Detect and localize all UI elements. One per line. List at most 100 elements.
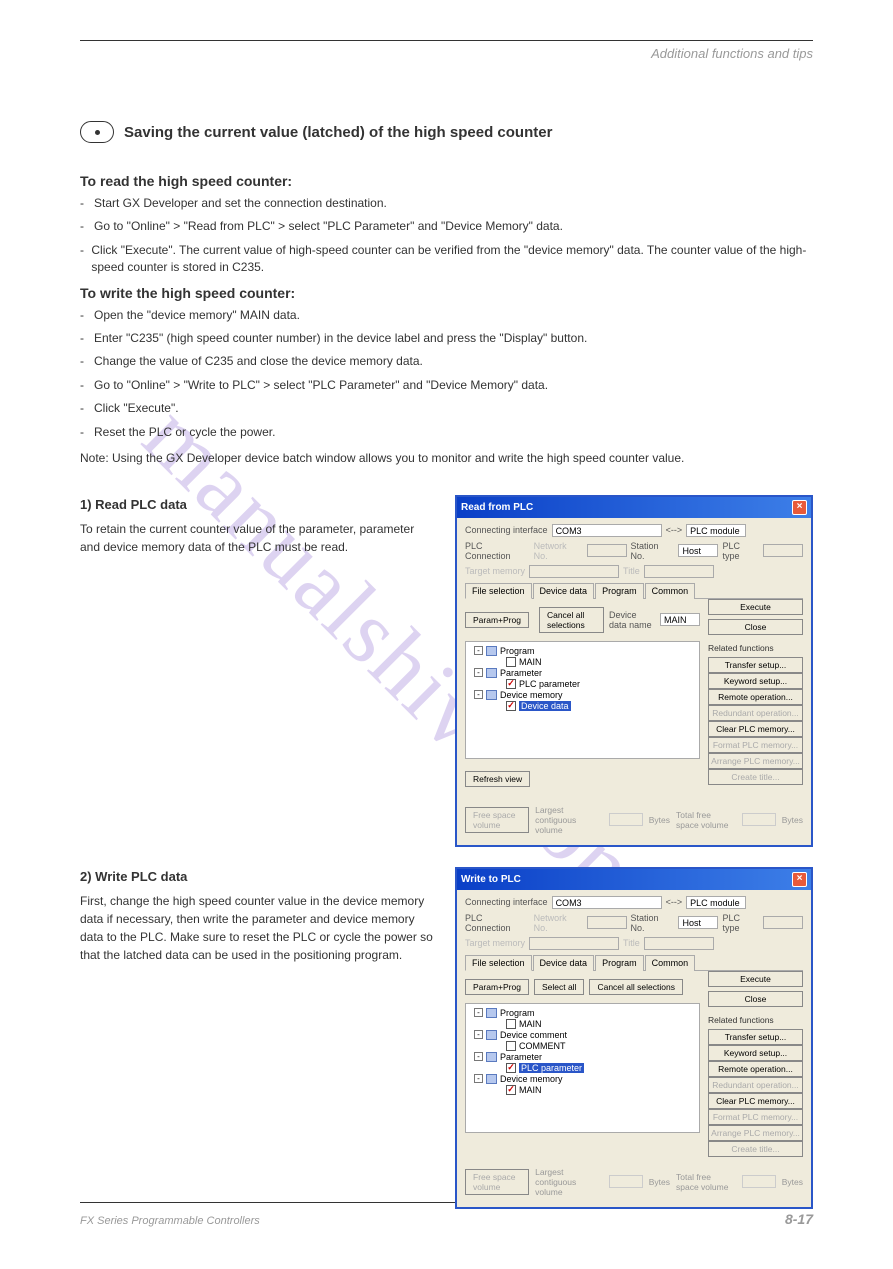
related-fn-button[interactable]: Remote operation... — [708, 689, 803, 705]
execute-button[interactable]: Execute — [708, 599, 803, 615]
expand-icon[interactable]: - — [474, 1074, 483, 1083]
tab-common[interactable]: Common — [645, 583, 696, 599]
block2-body: First, change the high speed counter val… — [80, 892, 435, 964]
tab-file-selection[interactable]: File selection — [465, 583, 532, 599]
tree-leaf[interactable]: Device data — [470, 701, 695, 711]
write-to-plc-dialog: Write to PLC × Connecting interface COM3… — [455, 867, 813, 1209]
checkbox[interactable] — [506, 679, 516, 689]
list-item: -Start GX Developer and set the connecti… — [80, 195, 813, 212]
related-fn-button[interactable]: Remote operation... — [708, 1061, 803, 1077]
read-from-plc-dialog: Read from PLC × Connecting interface COM… — [455, 495, 813, 847]
close-icon[interactable]: × — [792, 500, 807, 515]
list-item: -Go to "Online" > "Write to PLC" > selec… — [80, 377, 813, 394]
expand-icon[interactable]: - — [474, 690, 483, 699]
file-tree[interactable]: -ProgramMAIN-Device commentCOMMENT-Param… — [465, 1003, 700, 1133]
connecting-value[interactable]: COM3 — [552, 524, 662, 537]
freespace-button: Free space volume — [465, 1169, 529, 1195]
paramprog-button[interactable]: Param+Prog — [465, 612, 529, 628]
tree-branch[interactable]: -Parameter — [470, 1052, 695, 1062]
tree-branch[interactable]: - Device comment — [470, 1030, 695, 1040]
tree-label: Program — [500, 646, 535, 656]
execute-button[interactable]: Execute — [708, 971, 803, 987]
expand-icon[interactable]: - — [474, 1052, 483, 1061]
checkbox[interactable] — [506, 1085, 516, 1095]
header-right: Additional functions and tips — [651, 46, 813, 61]
tab-program[interactable]: Program — [595, 583, 644, 599]
checkbox[interactable] — [506, 1063, 516, 1073]
related-fn-button[interactable]: Transfer setup... — [708, 657, 803, 673]
tab-device-data[interactable]: Device data — [533, 583, 595, 599]
connecting-value[interactable]: COM3 — [552, 896, 662, 909]
expand-icon[interactable]: - — [474, 1008, 483, 1017]
block1-title: 1) Read PLC data — [80, 495, 435, 515]
related-fn-button[interactable]: Keyword setup... — [708, 673, 803, 689]
target-label: Target memory — [465, 566, 525, 576]
checkbox[interactable] — [506, 1041, 516, 1051]
dialog-title: Read from PLC — [461, 502, 533, 513]
checkbox[interactable] — [506, 701, 516, 711]
tree-label: Device memory — [500, 690, 563, 700]
tab-device-data[interactable]: Device data — [533, 955, 595, 971]
close-button[interactable]: Close — [708, 619, 803, 635]
tree-branch[interactable]: - Device memory — [470, 690, 695, 700]
list-item: -Open the "device memory" MAIN data. — [80, 307, 813, 324]
titlefld-label: Title — [623, 566, 640, 576]
list-item: -Enter "C235" (high speed counter number… — [80, 330, 813, 347]
tree-leaf[interactable]: COMMENT — [470, 1041, 695, 1051]
plctype-label: PLC type — [722, 541, 759, 561]
tree-label: Device comment — [500, 1030, 567, 1040]
related-fn-button: Create title... — [708, 1141, 803, 1157]
expand-icon[interactable]: - — [474, 646, 483, 655]
related-fn-button[interactable]: Keyword setup... — [708, 1045, 803, 1061]
close-button[interactable]: Close — [708, 991, 803, 1007]
folder-icon — [486, 646, 497, 656]
expand-icon[interactable]: - — [474, 1030, 483, 1039]
tree-branch[interactable]: - Program — [470, 646, 695, 656]
file-tree[interactable]: -ProgramMAIN-ParameterPLC parameter-Devi… — [465, 641, 700, 759]
related-fn-button[interactable]: Clear PLC memory... — [708, 1093, 803, 1109]
tree-branch[interactable]: -Program — [470, 1008, 695, 1018]
paramprog-button[interactable]: Param+Prog — [465, 979, 529, 995]
tree-label: Device memory — [500, 1074, 563, 1084]
related-fn-button: Format PLC memory... — [708, 1109, 803, 1125]
section-head: To read the high speed counter: — [80, 173, 813, 189]
close-icon[interactable]: × — [792, 872, 807, 887]
tree-leaf[interactable]: MAIN — [470, 657, 695, 667]
checkbox[interactable] — [506, 657, 516, 667]
devname-value[interactable]: MAIN — [660, 613, 700, 626]
refresh-button[interactable]: Refresh view — [465, 771, 530, 787]
tab-program[interactable]: Program — [595, 955, 644, 971]
tree-label: PLC parameter — [519, 1063, 584, 1073]
related-fn-button: Arrange PLC memory... — [708, 753, 803, 769]
tree-branch[interactable]: - Device memory — [470, 1074, 695, 1084]
station-label: Station No. — [631, 541, 675, 561]
tree-label: COMMENT — [519, 1041, 566, 1051]
network-label: Network No. — [534, 541, 583, 561]
related-fn-button: Redundant operation... — [708, 705, 803, 721]
cancel-selections-button[interactable]: Cancel all selections — [589, 979, 682, 995]
arrow-sep: <--> — [666, 525, 683, 535]
tab-file-selection[interactable]: File selection — [465, 955, 532, 971]
related-fn-button: Create title... — [708, 769, 803, 785]
folder-icon — [486, 1052, 497, 1062]
tree-leaf[interactable]: MAIN — [470, 1019, 695, 1029]
expand-icon[interactable]: - — [474, 668, 483, 677]
dialog-title: Write to PLC — [461, 874, 521, 885]
tree-label: Parameter — [500, 668, 542, 678]
selectall-button[interactable]: Select all — [534, 979, 585, 995]
tree-leaf[interactable]: MAIN — [470, 1085, 695, 1095]
tree-branch[interactable]: - Parameter — [470, 668, 695, 678]
related-functions-label: Related functions — [708, 1015, 803, 1025]
tree-leaf[interactable]: PLC parameter — [470, 679, 695, 689]
tree-leaf[interactable]: PLC parameter — [470, 1063, 695, 1073]
station-value: Host — [678, 544, 718, 557]
block1-body: To retain the current counter value of t… — [80, 520, 435, 556]
tree-label: MAIN — [519, 657, 542, 667]
folder-icon — [486, 1008, 497, 1018]
checkbox[interactable] — [506, 1019, 516, 1029]
cancel-selections-button[interactable]: Cancel all selections — [539, 607, 604, 633]
related-fn-button[interactable]: Clear PLC memory... — [708, 721, 803, 737]
tab-common[interactable]: Common — [645, 955, 696, 971]
related-fn-button[interactable]: Transfer setup... — [708, 1029, 803, 1045]
module-value[interactable]: PLC module — [686, 524, 746, 537]
